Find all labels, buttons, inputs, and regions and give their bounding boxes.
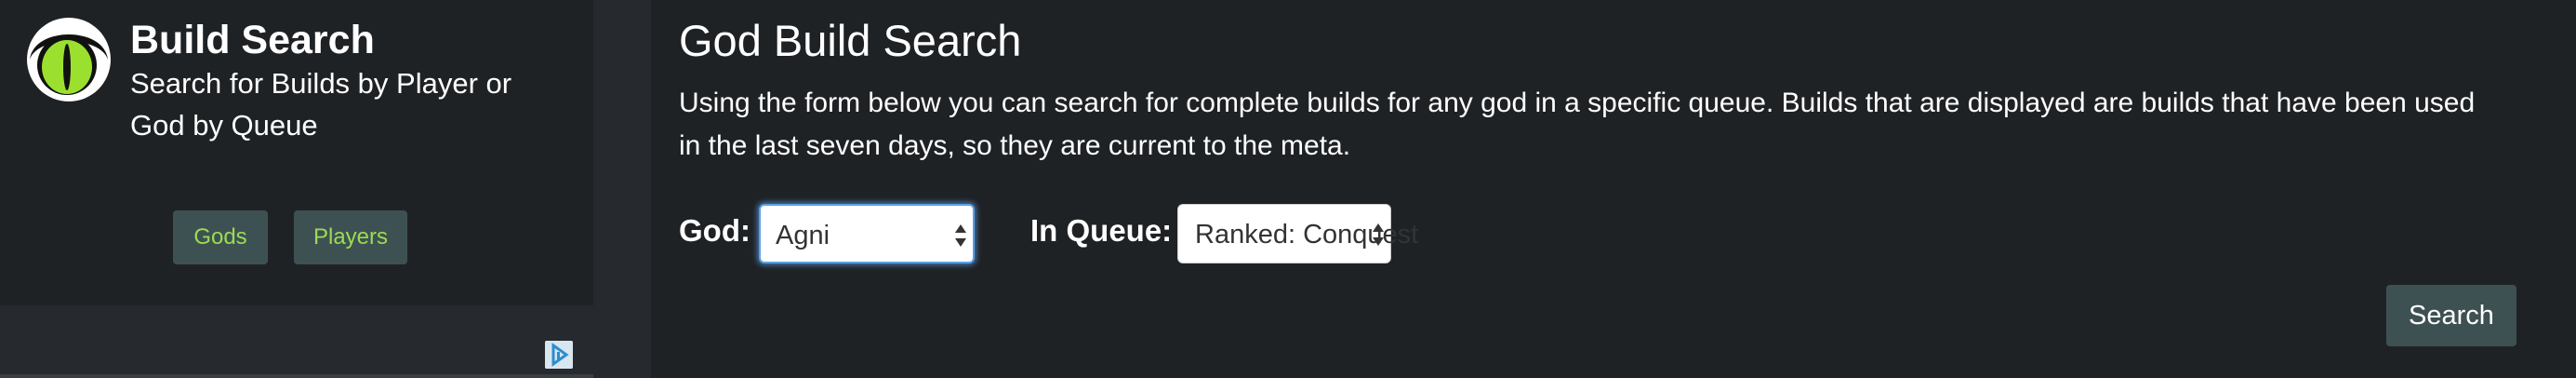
search-button[interactable]: Search [2386,285,2516,346]
main-panel: God Build Search Using the form below yo… [651,0,2576,378]
select-arrows-icon [1373,223,1384,246]
adchoices-icon[interactable] [545,341,573,369]
divider [0,374,593,378]
queue-select[interactable]: Ranked: Conquest [1177,204,1418,263]
page-title: God Build Search [679,16,1022,65]
sidebar: Build Search Search for Builds by Player… [0,0,593,305]
god-select-value: Agni [776,221,830,250]
god-select[interactable]: Agni [759,204,975,263]
description-text: Using the form below you can search for … [679,88,2476,161]
sidebar-title: Build Search [130,18,375,62]
sidebar-subtitle: Search for Builds by Player or God by Qu… [130,67,512,142]
queue-select-value: Ranked: Conquest [1195,220,1419,250]
queue-label: In Queue: [1030,213,1173,248]
cat-eye-logo-icon [27,18,111,101]
select-arrows-icon [955,224,966,247]
god-label: God: [679,213,750,248]
players-button[interactable]: Players [294,210,407,264]
gods-button[interactable]: Gods [173,210,268,264]
